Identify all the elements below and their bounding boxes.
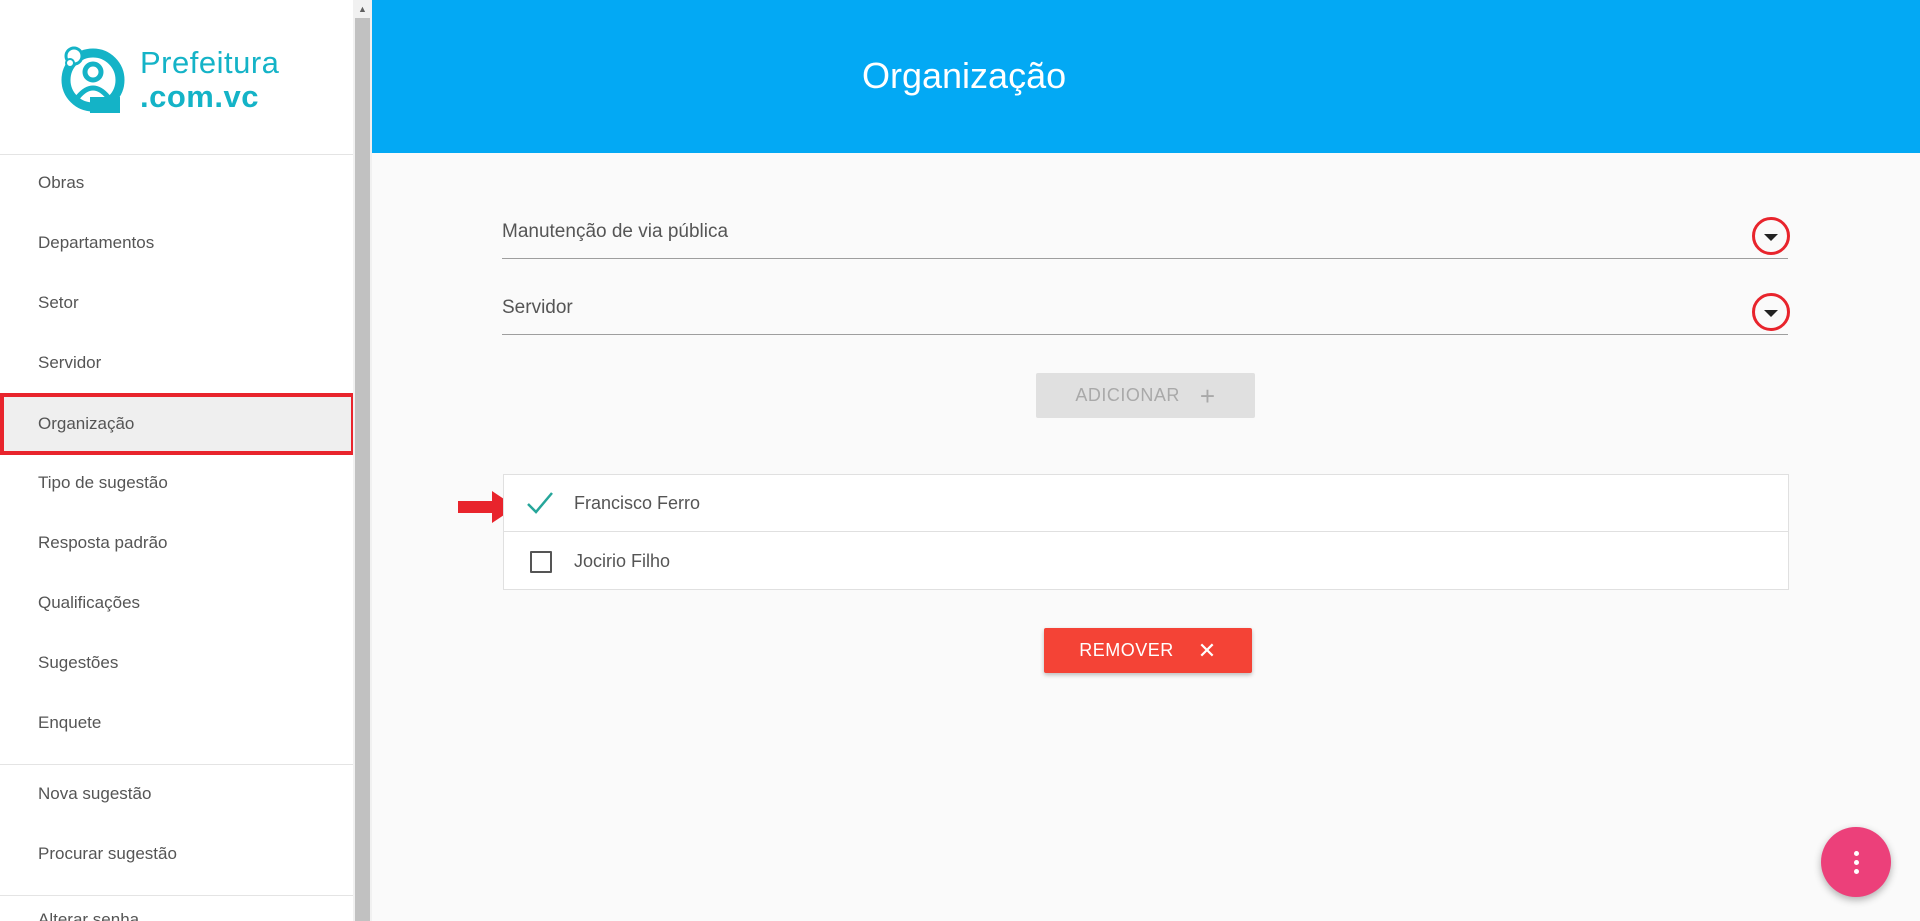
servidor-select-value: Servidor (502, 297, 573, 318)
list-item[interactable]: Francisco Ferro (504, 475, 1788, 532)
department-select[interactable]: Manutenção de via pública (502, 199, 1790, 259)
sidebar-item-label: Setor (38, 293, 79, 312)
sidebar-item-obras[interactable]: Obras (0, 154, 353, 212)
sidebar-item-label: Procurar sugestão (38, 844, 177, 863)
sidebar-scroll-thumb[interactable] (355, 18, 370, 921)
checkmark-icon[interactable] (526, 489, 554, 517)
sidebar-item-label: Tipo de sugestão (38, 473, 168, 492)
page-header: Organização (372, 0, 1920, 153)
page-title: Organização (862, 55, 1067, 96)
dropdown-arrow-icon[interactable] (1752, 293, 1790, 331)
more-actions-fab[interactable] (1821, 827, 1891, 897)
sidebar-item-label: Departamentos (38, 233, 155, 252)
sidebar-item-setor[interactable]: Setor (0, 274, 353, 332)
department-select-value: Manutenção de via pública (502, 221, 729, 242)
remove-button[interactable]: REMOVER ✕ (1044, 628, 1252, 673)
more-vert-icon (1853, 850, 1859, 856)
dropdown-arrow-icon[interactable] (1752, 217, 1790, 255)
sidebar-item-alterar-senha[interactable]: Alterar senha (0, 896, 353, 921)
sidebar-item-qualificacoes[interactable]: Qualificações (0, 574, 353, 632)
close-icon: ✕ (1197, 637, 1217, 663)
sidebar-item-label: Obras (38, 173, 85, 192)
sidebar-item-organizacao[interactable]: Organização (0, 393, 353, 455)
logo-person-icon (60, 43, 126, 117)
sidebar-item-label: Servidor (38, 353, 102, 372)
sidebar: Prefeitura .com.vc Obras Departamentos S… (0, 0, 353, 921)
brand-name: Prefeitura .com.vc (140, 46, 279, 114)
sidebar-item-enquete[interactable]: Enquete (0, 694, 353, 752)
remove-button-label: REMOVER (1079, 640, 1174, 660)
brand-logo[interactable]: Prefeitura .com.vc (60, 40, 300, 120)
sidebar-item-procurar-sugestao[interactable]: Procurar sugestão (0, 825, 353, 883)
sidebar-item-label: Resposta padrão (38, 533, 168, 552)
list-item[interactable]: Jocirio Filho (504, 533, 1788, 590)
plus-icon: + (1199, 380, 1216, 411)
sidebar-item-label: Qualificações (38, 593, 141, 612)
list-item-name: Francisco Ferro (574, 493, 701, 513)
sidebar-item-label: Organização (38, 414, 135, 433)
brand-line1: Prefeitura (140, 45, 280, 80)
sidebar-item-label: Sugestões (38, 653, 119, 672)
sidebar-item-label: Enquete (38, 713, 102, 732)
servidor-select[interactable]: Servidor (502, 275, 1790, 335)
sidebar-item-label: Nova sugestão (38, 784, 152, 803)
add-button-label: ADICIONAR (1075, 385, 1180, 405)
scroll-up-arrow-icon[interactable]: ▲ (353, 0, 372, 18)
add-button[interactable]: ADICIONAR + (1036, 373, 1255, 418)
sidebar-item-resposta-padrao[interactable]: Resposta padrão (0, 514, 353, 572)
sidebar-item-tipo-de-sugestao[interactable]: Tipo de sugestão (0, 454, 353, 512)
list-item-name: Jocirio Filho (574, 551, 671, 571)
sidebar-item-nova-sugestao[interactable]: Nova sugestão (0, 765, 353, 823)
servidor-list: Francisco Ferro Jocirio Filho (503, 474, 1789, 590)
sidebar-item-sugestoes[interactable]: Sugestões (0, 634, 353, 692)
checkbox-icon[interactable] (530, 551, 552, 573)
sidebar-item-servidor[interactable]: Servidor (0, 334, 353, 392)
sidebar-item-label: Alterar senha (38, 910, 140, 921)
sidebar-item-departamentos[interactable]: Departamentos (0, 214, 353, 272)
brand-line2: .com.vc (140, 79, 259, 114)
